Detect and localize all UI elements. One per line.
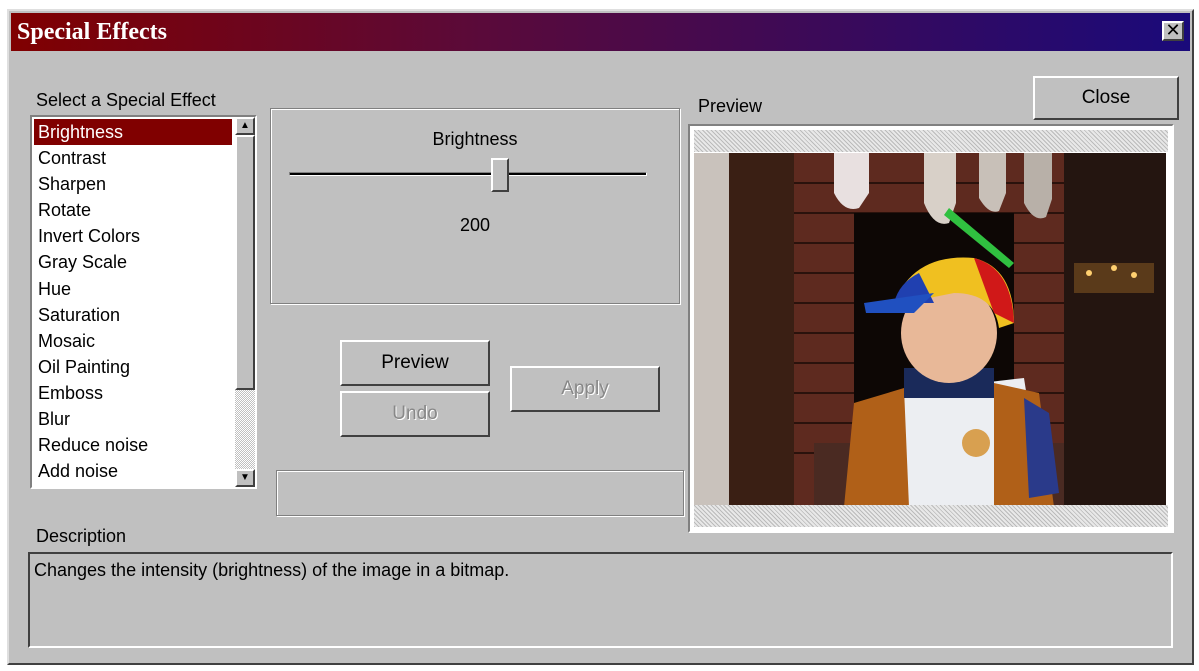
preview-hatch-top (694, 130, 1168, 152)
scroll-thumb[interactable] (235, 135, 255, 390)
description-label: Description (36, 526, 127, 546)
chevron-up-icon: ▲ (240, 120, 250, 131)
scroll-down-button[interactable]: ▼ (235, 469, 255, 487)
effect-list-item[interactable]: Add noise (34, 458, 232, 484)
child-photo-image (694, 153, 1166, 507)
effect-list-item[interactable]: Saturation (34, 302, 232, 328)
effect-list-item[interactable]: Contrast (34, 145, 232, 171)
slider-group: Brightness 200 (270, 108, 680, 304)
apply-button[interactable]: Apply (510, 366, 660, 412)
listbox-scrollbar[interactable]: ▲ ▼ (235, 117, 255, 487)
effect-list-item[interactable]: Brightness (34, 119, 232, 146)
description-text: Changes the intensity (brightness) of th… (34, 560, 510, 580)
preview-image (694, 153, 1166, 507)
title-bar[interactable]: Special Effects ✕ (11, 13, 1190, 51)
effect-list-item[interactable]: Gray Scale (34, 249, 232, 275)
effects-listbox[interactable]: Brightness Contrast Sharpen Rotate Invert Co… (30, 115, 257, 489)
preview-frame (688, 124, 1174, 533)
effect-list-item[interactable]: Blur (34, 406, 232, 432)
undo-button[interactable]: Undo (340, 391, 490, 437)
slider-label: Brightness (432, 129, 518, 149)
effect-list-item[interactable]: Oil Painting (34, 354, 232, 380)
scroll-up-button[interactable]: ▲ (235, 117, 255, 135)
slider-value: 200 (459, 215, 491, 235)
effect-list-item[interactable]: Invert Colors (34, 223, 232, 249)
effect-list-item[interactable]: Rotate (34, 197, 232, 223)
effect-list-item[interactable]: Reduce noise (34, 432, 232, 458)
preview-hatch-bottom (694, 505, 1168, 527)
status-bar (276, 470, 684, 516)
description-box: Changes the intensity (brightness) of th… (28, 552, 1173, 648)
effect-list-item[interactable]: Sharpen (34, 171, 232, 197)
preview-label: Preview (698, 96, 763, 116)
slider-track[interactable] (289, 172, 647, 176)
effects-list: Brightness Contrast Sharpen Rotate Invert Co… (34, 119, 232, 484)
chevron-down-icon: ▼ (240, 472, 250, 483)
effect-list-item[interactable]: Emboss (34, 380, 232, 406)
close-button[interactable]: Close (1033, 76, 1179, 120)
window-title: Special Effects (17, 19, 167, 45)
preview-button[interactable]: Preview (340, 340, 490, 386)
slider-thumb[interactable] (491, 158, 509, 192)
effect-list-item[interactable]: Hue (34, 276, 232, 302)
select-effect-label: Select a Special Effect (36, 90, 216, 110)
close-icon[interactable]: ✕ (1162, 21, 1184, 41)
effect-list-item[interactable]: Mosaic (34, 328, 232, 354)
